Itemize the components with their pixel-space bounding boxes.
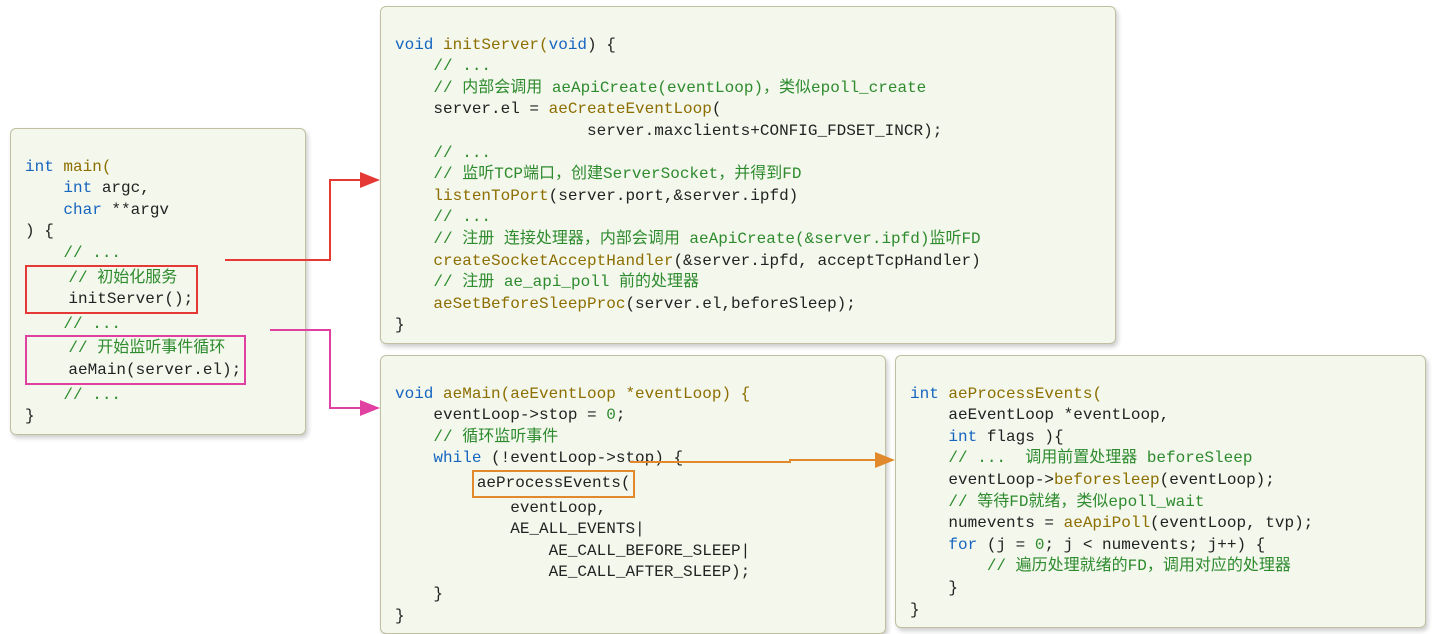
code-aeprocessevents: int aeProcessEvents( aeEventLoop *eventL… <box>895 355 1426 628</box>
highlight-aemain: // 开始监听事件循环 aeMain(server.el); <box>25 335 246 384</box>
code-main: int main( int argc, char **argv ) { // .… <box>10 128 306 435</box>
code-aemain: void aeMain(aeEventLoop *eventLoop) { ev… <box>380 355 886 634</box>
highlight-initserver: // 初始化服务 initServer(); <box>25 265 198 314</box>
code-initserver: void initServer(void) { // ... // 内部会调用 … <box>380 6 1116 344</box>
highlight-aeprocessevents: aeProcessEvents( <box>472 470 636 498</box>
